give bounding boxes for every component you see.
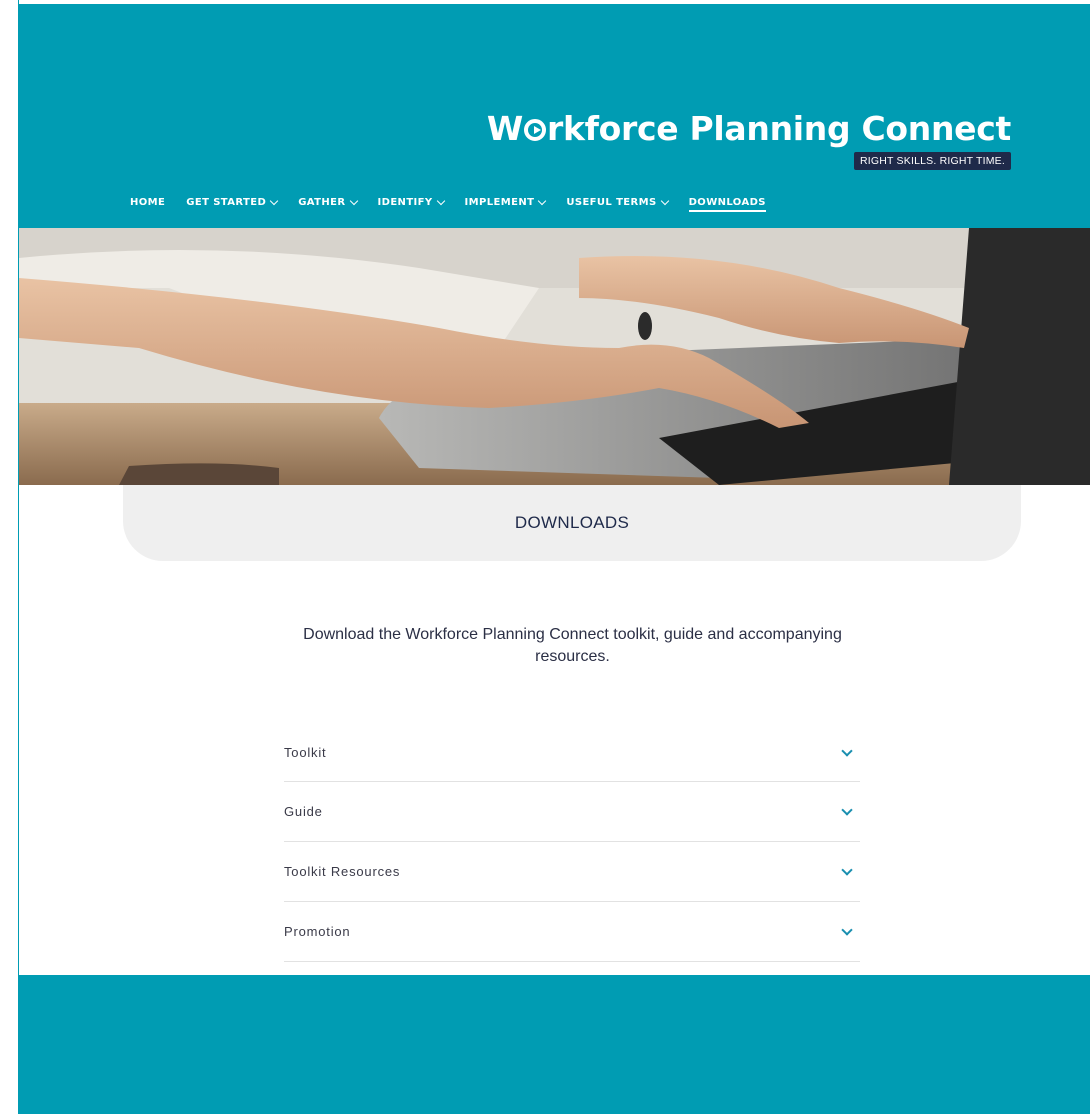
accordion-item-guide[interactable]: Guide [284, 782, 860, 842]
intro-text: Download the Workforce Planning Connect … [303, 626, 842, 665]
chevron-down-icon[interactable] [841, 804, 853, 816]
hero-illustration [19, 228, 1090, 485]
accordion-item-label: Guide [284, 804, 323, 819]
accordion-item-toolkit-resources[interactable]: Toolkit Resources [284, 842, 860, 902]
accordion-item-label: Toolkit [284, 745, 327, 760]
chevron-down-icon [269, 196, 279, 205]
chevron-down-icon[interactable] [841, 924, 853, 936]
accordion-item-toolkit[interactable]: Toolkit [284, 723, 860, 782]
chevron-down-icon [349, 196, 358, 205]
nav-item-label: GET STARTED [186, 197, 267, 208]
nav-item-label: GATHER [298, 197, 346, 208]
page-title-card: DOWNLOADS [123, 485, 1021, 561]
nav-item-identify[interactable]: IDENTIFY [377, 196, 445, 212]
nav-item-label: IDENTIFY [377, 197, 433, 208]
nav-item-label: USEFUL TERMS [566, 197, 657, 208]
site-logo[interactable]: Wrkforce Planning Connect RIGHT SKILLS. … [487, 109, 1011, 170]
site-footer [19, 975, 1090, 1114]
main-nav: HOME GET STARTED GATHER IDENTIFY IMPLEME… [130, 196, 787, 212]
play-circle-icon [523, 119, 546, 141]
chevron-down-icon[interactable] [841, 745, 853, 757]
chevron-down-icon [660, 196, 669, 205]
site-header: Wrkforce Planning Connect RIGHT SKILLS. … [19, 4, 1090, 228]
chevron-down-icon [436, 196, 445, 205]
nav-item-implement[interactable]: IMPLEMENT [464, 196, 547, 212]
nav-item-downloads[interactable]: DOWNLOADS [688, 197, 767, 212]
page: Wrkforce Planning Connect RIGHT SKILLS. … [0, 0, 1090, 1114]
nav-item-label: DOWNLOADS [688, 197, 766, 208]
accordion-item-promotion[interactable]: Promotion [284, 902, 860, 962]
logo-title: Wrkforce Planning Connect [487, 109, 1011, 149]
nav-item-get-started[interactable]: GET STARTED [186, 196, 279, 212]
logo-title-start: W [486, 109, 523, 148]
nav-item-label: IMPLEMENT [464, 197, 535, 208]
logo-title-end: rkforce Planning Connect [546, 109, 1011, 148]
chevron-down-icon[interactable] [841, 864, 853, 876]
nav-item-label: HOME [130, 197, 166, 208]
nav-item-gather[interactable]: GATHER [298, 196, 358, 212]
logo-tagline: RIGHT SKILLS. RIGHT TIME. [853, 152, 1011, 170]
chevron-down-icon [538, 196, 547, 205]
hero-image [19, 228, 1090, 485]
page-title: DOWNLOADS [514, 513, 630, 532]
nav-item-useful-terms[interactable]: USEFUL TERMS [566, 196, 669, 212]
nav-item-home[interactable]: HOME [130, 197, 165, 212]
accordion-item-label: Toolkit Resources [284, 864, 401, 879]
accordion-item-label: Promotion [284, 924, 351, 939]
left-margin [0, 0, 18, 1114]
downloads-accordion: Toolkit Guide Toolkit Resources Promotio… [284, 723, 860, 962]
